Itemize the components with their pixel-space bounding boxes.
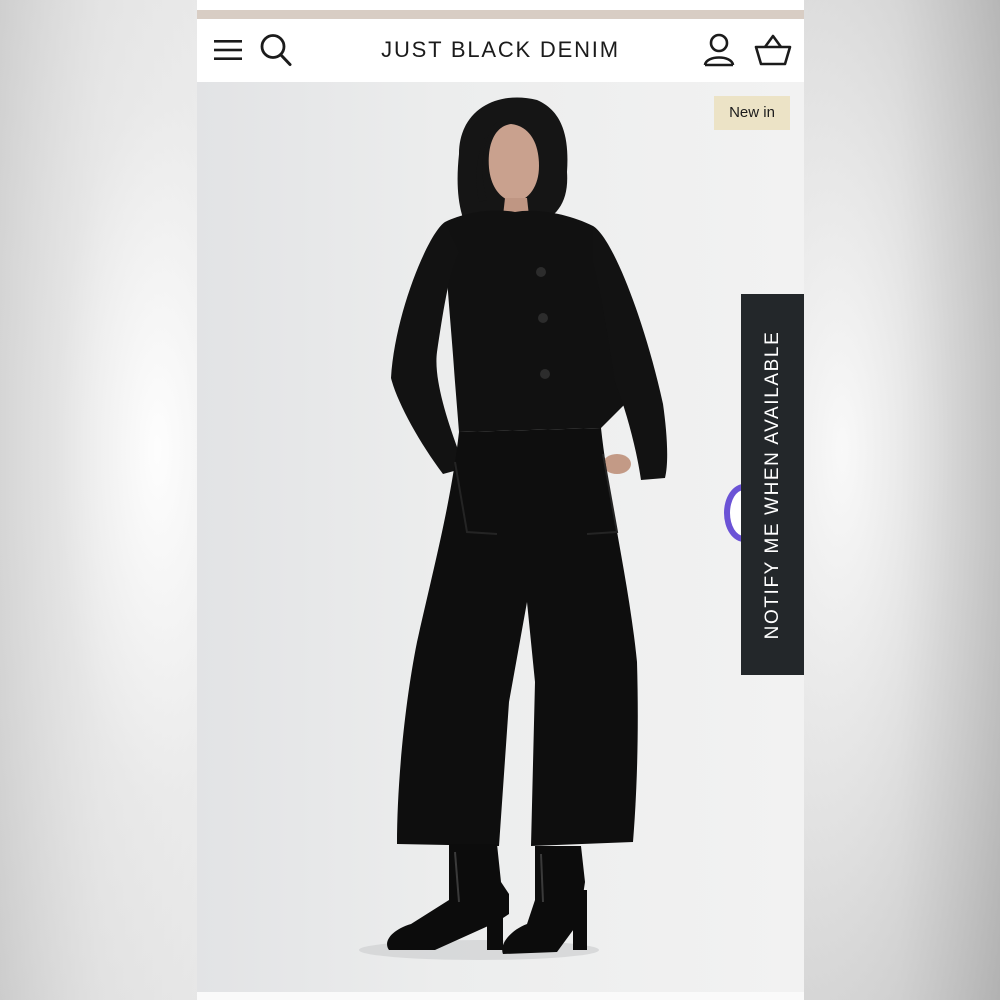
- model-figure: [359, 97, 668, 960]
- account-icon[interactable]: [702, 32, 736, 68]
- background-blur-right: [803, 0, 1000, 1000]
- new-in-badge: New in: [714, 96, 790, 130]
- menu-icon[interactable]: [214, 39, 242, 61]
- search-icon[interactable]: [259, 32, 293, 68]
- notify-me-label: NOTIFY ME WHEN AVAILABLE: [761, 330, 783, 639]
- brand-logo[interactable]: JUST BLACK DENIM: [347, 37, 654, 63]
- product-image[interactable]: [197, 82, 804, 992]
- announcement-strip: [197, 10, 804, 19]
- basket-icon[interactable]: [754, 33, 792, 67]
- background-blur-left: [0, 0, 197, 1000]
- page-bottom-edge: [197, 992, 804, 1000]
- phone-screen: JUST BLACK DENIM New in NOTIFY ME WHEN A…: [197, 0, 804, 1000]
- notify-me-tab[interactable]: NOTIFY ME WHEN AVAILABLE: [741, 294, 804, 675]
- site-header: JUST BLACK DENIM: [197, 19, 804, 82]
